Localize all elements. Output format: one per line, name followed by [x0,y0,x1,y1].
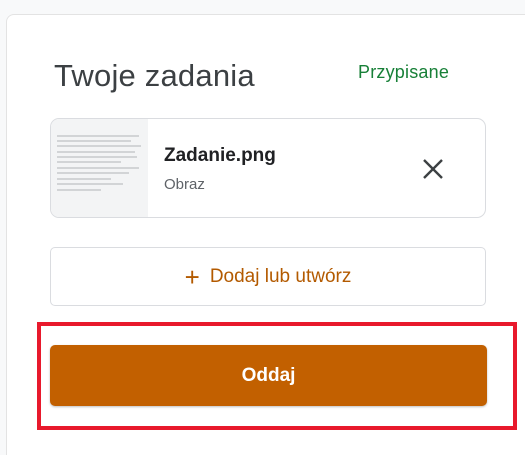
close-icon[interactable] [422,158,444,180]
turn-in-label: Oddaj [241,364,296,386]
add-or-create-button[interactable]: + Dodaj lub utwórz [50,247,486,306]
document-thumbnail [51,119,148,217]
attachment-file-type: Obraz [164,176,205,193]
attachment-card[interactable]: Zadanie.png Obraz [50,118,486,218]
add-or-create-label: Dodaj lub utwórz [209,265,352,287]
assignment-status: Przypisane [358,62,450,82]
panel-title: Twoje zadania [54,58,255,93]
plus-icon: + [184,261,200,292]
attachment-file-name[interactable]: Zadanie.png [164,145,276,167]
turn-in-button[interactable]: Oddaj [50,345,487,406]
remove-attachment-button[interactable] [413,149,453,189]
